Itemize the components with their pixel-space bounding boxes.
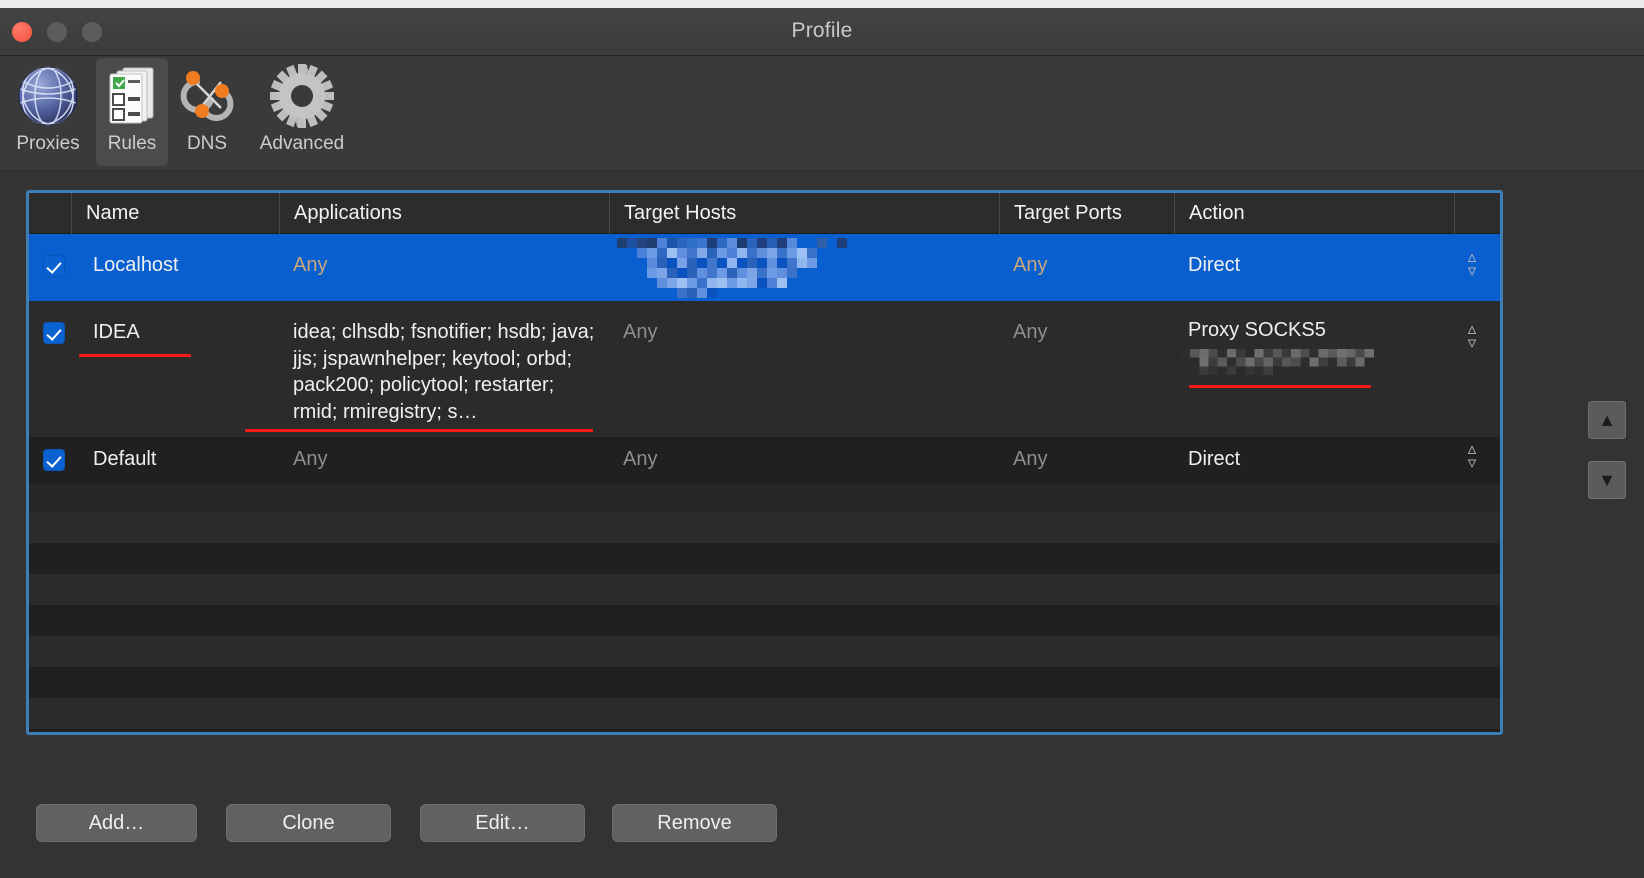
triangle-down-icon: ▼ [1598,470,1616,490]
globe-icon [2,60,94,132]
row-enabled-checkbox[interactable] [43,322,65,344]
toolbar-item-proxies[interactable]: Proxies [2,58,94,166]
add-button[interactable]: Add… [36,804,197,842]
table-row[interactable]: Localhost Any Any Direct ▵ ▿ [29,234,1500,301]
chevron-down-icon[interactable] [1461,457,1483,471]
gear-icon [246,60,358,132]
row-action-stepper[interactable] [1461,443,1483,477]
cell-name: Default [93,448,157,470]
toolbar-item-rules[interactable]: Rules [96,58,168,166]
clone-button[interactable]: Clone [226,804,391,842]
table-filler-row [29,636,1500,667]
row-enabled-checkbox[interactable] [43,255,65,277]
table-row[interactable]: IDEA idea; clhsdb; fsnotifier; hsdb; jav… [29,301,1500,437]
table-filler-row [29,605,1500,636]
move-rule-up-button[interactable]: ▲ [1588,401,1626,439]
network-icon [170,60,244,132]
cell-action: Direct [1188,254,1241,276]
cell-target-hosts: Any [623,321,658,343]
cell-action: Direct [1188,448,1241,470]
edit-button[interactable]: Edit… [420,804,585,842]
table-filler-row [29,574,1500,605]
column-header-action[interactable]: Action [1174,193,1454,234]
cell-name: Localhost [93,254,179,276]
column-header-applications[interactable]: Applications [279,193,609,234]
window-titlebar: Profile [0,8,1644,56]
rules-table-body: Localhost Any Any Direct ▵ ▿ IDEA idea; … [29,234,1500,732]
toolbar-item-dns[interactable]: DNS [170,58,244,166]
cell-target-ports: Any [1013,448,1048,470]
rules-table-frame: Name Applications Target Hosts Target Po… [26,190,1503,735]
checklist-icon [96,60,168,132]
table-filler-row [29,729,1500,732]
cell-action-redacted [1181,349,1383,375]
table-filler-row [29,543,1500,574]
annotation-underline-applications [245,429,593,432]
cell-target-ports: Any [1013,321,1048,343]
row-action-stepper[interactable] [1461,323,1483,357]
toolbar-label-proxies: Proxies [16,133,80,154]
cell-action: Proxy SOCKS5 [1188,319,1326,341]
cell-target-hosts-redacted [617,238,897,298]
profile-window: Profile Proxies Rules DNS Advanced Name … [0,8,1644,878]
chevron-down-icon[interactable] [1461,265,1483,279]
chevron-down-icon[interactable] [1461,337,1483,351]
rules-table-header: Name Applications Target Hosts Target Po… [29,193,1500,234]
remove-button[interactable]: Remove [612,804,777,842]
toolbar-label-dns: DNS [186,133,228,154]
cell-applications: Any [293,448,328,470]
row-action-stepper[interactable] [1461,251,1483,285]
toolbar-label-rules: Rules [107,133,157,154]
cell-applications: idea; clhsdb; fsnotifier; hsdb; java; jj… [293,321,595,423]
rules-table: Name Applications Target Hosts Target Po… [29,193,1500,732]
table-filler-row [29,667,1500,698]
row-enabled-checkbox[interactable] [43,449,65,471]
column-header-target-ports[interactable]: Target Ports [999,193,1174,234]
annotation-underline-action [1189,385,1371,388]
column-header-spacer [1454,193,1500,234]
desktop-background-strip [0,0,1644,8]
move-rule-down-button[interactable]: ▼ [1588,461,1626,499]
main-toolbar: Proxies Rules DNS Advanced [0,56,1644,171]
column-header-target-hosts[interactable]: Target Hosts [609,193,999,234]
table-filler-row [29,512,1500,543]
annotation-underline-name [79,354,191,357]
table-filler-row [29,698,1500,729]
cell-applications: Any [293,254,328,276]
triangle-up-icon: ▲ [1598,410,1616,430]
toolbar-label-advanced: Advanced [259,133,345,154]
cell-target-ports: Any [1013,254,1048,276]
table-row[interactable]: Default Any Any Any Direct [29,437,1500,484]
cell-name: IDEA [93,321,140,343]
toolbar-item-advanced[interactable]: Advanced [246,58,358,166]
window-title: Profile [791,19,853,42]
cell-target-hosts: Any [623,448,658,470]
